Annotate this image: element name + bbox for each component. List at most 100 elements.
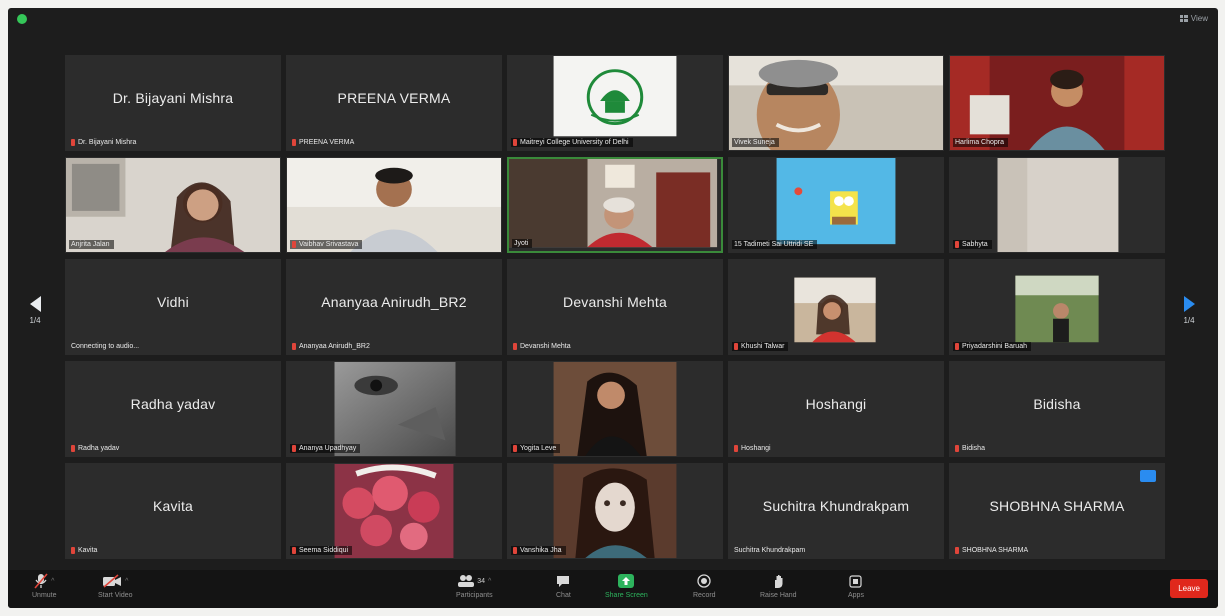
participant-tile[interactable]: Anjrita Jalan — [65, 157, 281, 253]
chat-bubble-icon — [557, 575, 570, 587]
share-screen-label: Share Screen — [605, 592, 648, 599]
participant-tile[interactable]: Ananya Upadhyay — [286, 361, 502, 457]
participant-tile[interactable]: Ananyaa Anirudh_BR2 Ananyaa Anirudh_BR2 — [286, 259, 502, 355]
chat-button[interactable]: Chat — [556, 573, 571, 599]
participant-tile[interactable]: Bidisha Bidisha — [949, 361, 1165, 457]
chevron-up-icon[interactable]: ^ — [125, 578, 128, 585]
participant-name-label: Hoshangi — [732, 444, 775, 453]
gallery-view-icon — [1179, 15, 1188, 22]
participant-tile[interactable]: Vidhi Connecting to audio... — [65, 259, 281, 355]
raise-hand-button[interactable]: Raise Hand — [760, 573, 797, 599]
participant-tile[interactable]: Vanshika Jha — [507, 463, 723, 559]
participant-name: Vivek Suneja — [734, 139, 775, 146]
participant-name-label: Dr. Bijayani Mishra — [69, 138, 140, 147]
participant-video — [729, 56, 943, 150]
participant-name-label: Maitreyi College University of Delhi — [511, 138, 633, 147]
arrow-left-icon — [29, 296, 41, 312]
participant-tile[interactable]: Suchitra Khundrakpam Suchitra Khundrakpam — [728, 463, 944, 559]
participant-tile[interactable]: Jyoti — [507, 157, 723, 253]
participant-tile[interactable]: PREENA VERMA PREENA VERMA — [286, 55, 502, 151]
reaction-badge-icon — [1140, 470, 1156, 482]
participant-name-label: Yogita Leve — [511, 444, 561, 453]
unmute-label: Unmute — [32, 592, 57, 599]
participant-name-label: Sabhyta — [953, 240, 992, 249]
next-page-button[interactable]: 1/4 — [1174, 296, 1204, 325]
participant-name: Hoshangi — [741, 445, 771, 452]
participant-display-name: PREENA VERMA — [337, 90, 451, 106]
muted-microphone-icon — [955, 547, 959, 554]
participant-name-label: Radha yadav — [69, 444, 123, 453]
participants-label: Participants — [456, 592, 493, 599]
participant-tile[interactable]: Radha yadav Radha yadav — [65, 361, 281, 457]
participant-display-name: Suchitra Khundrakpam — [762, 498, 910, 514]
participant-tile[interactable]: Seema Siddiqui — [286, 463, 502, 559]
participant-name-label: Vivek Suneja — [732, 138, 779, 147]
share-screen-button[interactable]: Share Screen — [605, 573, 648, 599]
participant-video — [287, 362, 501, 456]
participant-name-label: Priyadarshini Baruah — [953, 342, 1031, 351]
participant-tile[interactable]: Sabhyta — [949, 157, 1165, 253]
participant-name: Jyoti — [514, 240, 529, 247]
record-button[interactable]: Record — [693, 573, 716, 599]
participant-video — [729, 158, 943, 252]
chevron-up-icon[interactable]: ^ — [51, 578, 54, 585]
participant-tile[interactable]: Harlima Chopra — [949, 55, 1165, 151]
muted-microphone-icon — [292, 343, 296, 350]
chevron-up-icon[interactable]: ^ — [488, 578, 491, 585]
participant-tile[interactable]: Dr. Bijayani Mishra Dr. Bijayani Mishra — [65, 55, 281, 151]
muted-microphone-icon — [71, 139, 75, 146]
participant-tile[interactable]: Vaibhav Srivastava — [286, 157, 502, 253]
participant-name-label: Vanshika Jha — [511, 546, 566, 555]
video-camera-off-icon — [103, 574, 122, 588]
participant-name-label: Khushi Talwar — [732, 342, 789, 351]
zoom-meeting-window: View 1/4 1/4 Dr. Bijayani Mishra Dr. Bija… — [8, 8, 1218, 608]
security-shield-icon[interactable] — [17, 14, 27, 24]
previous-page-button[interactable]: 1/4 — [20, 296, 50, 325]
apps-button[interactable]: Apps — [848, 573, 864, 599]
participants-button[interactable]: 34 ^ Participants — [456, 573, 493, 599]
participant-name-label: Vaibhav Srivastava — [290, 240, 363, 249]
participant-tile[interactable]: Vivek Suneja — [728, 55, 944, 151]
participant-name-label: Jyoti — [512, 239, 533, 248]
participant-name: Ananyaa Anirudh_BR2 — [299, 343, 370, 350]
participant-video — [950, 56, 1164, 150]
participant-tile[interactable]: Maitreyi College University of Delhi — [507, 55, 723, 151]
participant-name: Maitreyi College University of Delhi — [520, 139, 629, 146]
participant-tile[interactable]: Yogita Leve — [507, 361, 723, 457]
participant-video — [66, 158, 280, 252]
muted-microphone-icon — [292, 547, 296, 554]
view-button[interactable]: View — [1179, 14, 1208, 23]
participant-tile[interactable]: 15 Tadimeti Sai Uttridi SE — [728, 157, 944, 253]
participant-tile[interactable]: Hoshangi Hoshangi — [728, 361, 944, 457]
participant-tile[interactable]: Kavita Kavita — [65, 463, 281, 559]
participant-video — [950, 260, 1164, 354]
participant-tile[interactable]: Devanshi Mehta Devanshi Mehta — [507, 259, 723, 355]
chat-label: Chat — [556, 592, 571, 599]
participant-tile[interactable]: SHOBHNA SHARMA SHOBHNA SHARMA — [949, 463, 1165, 559]
participant-name-label: Harlima Chopra — [953, 138, 1009, 147]
participant-display-name: Kavita — [152, 498, 194, 514]
participant-display-name: Devanshi Mehta — [563, 294, 667, 310]
muted-microphone-icon — [513, 547, 517, 554]
muted-microphone-icon — [513, 445, 517, 452]
participant-name: PREENA VERMA — [299, 139, 355, 146]
participant-display-name: SHOBHNA SHARMA — [989, 498, 1125, 514]
unmute-button[interactable]: ^ Unmute — [32, 573, 57, 599]
participant-name-label: PREENA VERMA — [290, 138, 358, 147]
apps-label: Apps — [848, 592, 864, 599]
participant-name: Suchitra Khundrakpam — [734, 547, 806, 554]
leave-button[interactable]: Leave — [1170, 579, 1208, 598]
muted-microphone-icon — [955, 343, 959, 350]
participant-video — [508, 362, 722, 456]
start-video-button[interactable]: ^ Start Video — [98, 573, 133, 599]
muted-microphone-icon — [71, 445, 75, 452]
participant-tile[interactable]: Priyadarshini Baruah — [949, 259, 1165, 355]
participant-name: Harlima Chopra — [955, 139, 1005, 146]
participant-tile[interactable]: Khushi Talwar — [728, 259, 944, 355]
participant-video — [509, 159, 721, 251]
participant-gallery: Dr. Bijayani Mishra Dr. Bijayani Mishra PR… — [65, 55, 1168, 559]
participant-video — [508, 56, 722, 150]
view-label: View — [1190, 14, 1208, 23]
page-indicator-right: 1/4 — [1183, 316, 1195, 325]
record-label: Record — [693, 592, 716, 599]
